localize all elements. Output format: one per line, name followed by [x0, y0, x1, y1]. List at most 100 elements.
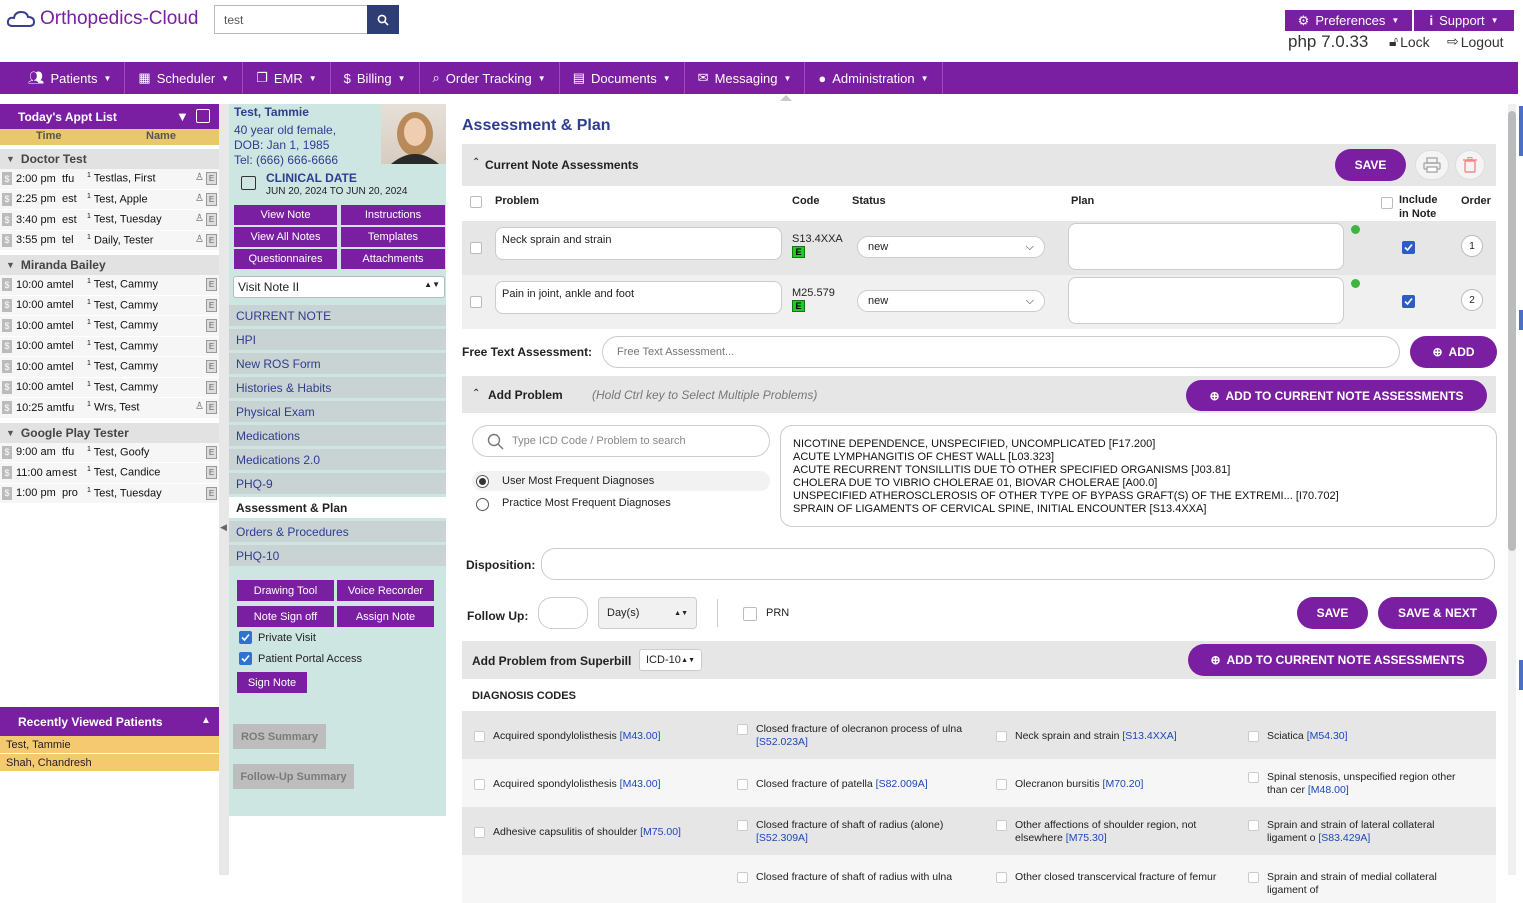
- include-checkbox[interactable]: [1402, 295, 1415, 308]
- save-next-button[interactable]: SAVE & NEXT: [1378, 597, 1497, 629]
- diagnosis-checkbox[interactable]: [996, 872, 1007, 883]
- voice-recorder-button[interactable]: Voice Recorder: [337, 580, 434, 601]
- e-icon[interactable]: E: [206, 339, 217, 353]
- view-all-notes-button[interactable]: View All Notes: [234, 227, 337, 247]
- note-section-medications-2-0[interactable]: Medications 2.0: [229, 449, 446, 470]
- note-section-hpi[interactable]: HPI: [229, 329, 446, 350]
- diagnosis-option[interactable]: Other affections of shoulder region, not…: [996, 819, 1224, 845]
- view-note-button[interactable]: View Note: [234, 205, 337, 225]
- dollar-icon[interactable]: $: [2, 298, 12, 312]
- support-button[interactable]: i Support ▼: [1414, 10, 1514, 31]
- nav-administration[interactable]: ● Administration ▼: [805, 62, 943, 94]
- filter-icon[interactable]: ▼: [176, 109, 189, 124]
- diagnosis-checkbox[interactable]: [474, 731, 485, 742]
- note-sign-off-button[interactable]: Note Sign off: [237, 606, 334, 627]
- icd-search-input[interactable]: Type ICD Code / Problem to search: [472, 425, 770, 457]
- ros-summary-button[interactable]: ROS Summary: [233, 724, 326, 749]
- diagnosis-checkbox[interactable]: [474, 827, 485, 838]
- edge-tab[interactable]: [1519, 660, 1523, 690]
- scrollbar[interactable]: [1508, 104, 1516, 875]
- note-section-phq-10[interactable]: PHQ-10: [229, 545, 446, 566]
- attachments-button[interactable]: Attachments: [341, 249, 445, 269]
- nav-patients[interactable]: 👥︎ Patients ▼: [15, 62, 126, 94]
- e-icon[interactable]: E: [206, 360, 217, 373]
- diagnosis-option[interactable]: Acquired spondylolisthesis [M43.00]: [474, 778, 702, 791]
- person-icon[interactable]: ♙: [195, 193, 204, 206]
- appt-row[interactable]: $2:25 pm est 1 Test, Apple ♙ E: [0, 189, 219, 210]
- appt-row[interactable]: $9:00 am tfu 1 Test, Goofy E: [0, 442, 219, 463]
- note-section-orders-procedures[interactable]: Orders & Procedures: [229, 521, 446, 542]
- collapse-left-icon[interactable]: ◀: [220, 522, 227, 533]
- radio-practice-frequent[interactable]: [476, 498, 489, 511]
- diagnosis-option[interactable]: Spinal stenosis, unspecified region othe…: [1248, 771, 1476, 797]
- e-icon[interactable]: E: [206, 213, 217, 226]
- dollar-icon[interactable]: $: [2, 172, 12, 186]
- questionnaires-button[interactable]: Questionnaires: [234, 249, 337, 269]
- diagnosis-checkbox[interactable]: [996, 731, 1007, 742]
- status-select[interactable]: new ⌵: [857, 236, 1045, 258]
- diagnosis-checkbox[interactable]: [737, 872, 748, 883]
- diagnosis-option[interactable]: Closed fracture of olecranon process of …: [737, 723, 965, 749]
- appt-row[interactable]: $11:00 am est 1 Test, Candice E: [0, 463, 219, 484]
- disposition-input[interactable]: [541, 548, 1495, 580]
- diagnosis-option[interactable]: Acquired spondylolisthesis [M43.00]: [474, 730, 702, 743]
- note-section-histories-habits[interactable]: Histories & Habits: [229, 377, 446, 398]
- diagnosis-option[interactable]: Other closed transcervical fracture of f…: [996, 871, 1224, 884]
- appt-row[interactable]: $3:55 pm tel 1 Daily, Tester ♙ E: [0, 230, 219, 251]
- frequent-diagnosis-option[interactable]: ACUTE LYMPHANGITIS OF CHEST WALL [L03.32…: [793, 451, 1484, 464]
- select-all-checkbox[interactable]: [470, 196, 482, 208]
- nav-order-tracking[interactable]: ⌕ Order Tracking ▼: [420, 62, 560, 94]
- radio-user-frequent[interactable]: [476, 475, 489, 488]
- appt-row[interactable]: $10:25 am tfu 1 Wrs, Test ♙ E: [0, 398, 219, 419]
- diagnosis-option[interactable]: Sciatica [M54.30]: [1248, 730, 1476, 743]
- appt-row[interactable]: $10:00 am tel 1 Test, Cammy E: [0, 377, 219, 398]
- recent-item[interactable]: Shah, Chandresh: [0, 754, 219, 772]
- search-input[interactable]: [214, 5, 368, 34]
- appt-row[interactable]: $10:00 am tel 1 Test, Cammy E: [0, 357, 219, 378]
- portal-access-row[interactable]: Patient Portal Access: [239, 652, 362, 665]
- appt-row[interactable]: $1:00 pm pro 1 Test, Tuesday E: [0, 483, 219, 504]
- problem-input[interactable]: Neck sprain and strain: [495, 227, 782, 260]
- logout-button[interactable]: ⇨ Logout: [1447, 33, 1504, 50]
- appt-row[interactable]: $3:40 pm est 1 Test, Tuesday ♙ E: [0, 210, 219, 231]
- appt-row[interactable]: $10:00 am tel 1 Test, Cammy E: [0, 316, 219, 337]
- superbill-add-button[interactable]: ⊕ ADD TO CURRENT NOTE ASSESSMENTS: [1188, 644, 1487, 676]
- e-icon[interactable]: E: [206, 445, 217, 459]
- panel-divider[interactable]: ◀: [219, 104, 229, 875]
- print-button[interactable]: [1415, 150, 1449, 180]
- e-icon[interactable]: E: [206, 192, 217, 206]
- private-visit-checkbox[interactable]: [239, 631, 252, 644]
- diagnosis-option[interactable]: Adhesive capsulitis of shoulder [M75.00]: [474, 826, 702, 839]
- note-section-new-ros-form[interactable]: New ROS Form: [229, 353, 446, 374]
- person-icon[interactable]: ♙: [195, 234, 204, 247]
- edge-tab[interactable]: [1519, 310, 1523, 330]
- nav-scheduler[interactable]: ▦ Scheduler ▼: [125, 62, 244, 94]
- e-icon[interactable]: E: [206, 466, 217, 479]
- dollar-icon[interactable]: $: [2, 233, 12, 247]
- e-icon[interactable]: E: [206, 278, 217, 291]
- appt-row[interactable]: $10:00 am tel 1 Test, Cammy E: [0, 336, 219, 357]
- e-badge[interactable]: E: [792, 300, 805, 312]
- dollar-icon[interactable]: $: [2, 278, 12, 292]
- provider-group[interactable]: ▼ Doctor Test: [0, 149, 219, 169]
- person-icon[interactable]: ♙: [195, 401, 204, 414]
- followup-unit-select[interactable]: Day(s) ▲▼: [598, 597, 697, 629]
- calendar-icon[interactable]: [196, 109, 210, 123]
- nav-documents[interactable]: ▤ Documents ▼: [560, 62, 685, 94]
- followup-summary-button[interactable]: Follow-Up Summary: [233, 764, 354, 789]
- dollar-icon[interactable]: $: [2, 486, 12, 500]
- diagnosis-checkbox[interactable]: [1248, 772, 1259, 783]
- diagnosis-option[interactable]: Closed fracture of patella [S82.009A]: [737, 778, 965, 791]
- lock-button[interactable]: 🔓︎ Lock: [1389, 33, 1430, 50]
- e-icon[interactable]: E: [206, 233, 217, 247]
- save-button-top[interactable]: SAVE: [1335, 149, 1406, 181]
- diagnosis-checkbox[interactable]: [737, 724, 748, 735]
- followup-number-input[interactable]: [538, 597, 588, 629]
- note-section-assessment-plan[interactable]: Assessment & Plan: [229, 497, 446, 518]
- diagnosis-option[interactable]: Sprain and strain of lateral collateral …: [1248, 819, 1476, 845]
- delete-button[interactable]: [1455, 150, 1485, 180]
- e-icon[interactable]: E: [206, 298, 217, 312]
- instructions-button[interactable]: Instructions: [341, 205, 445, 225]
- nav-billing[interactable]: $ Billing ▼: [331, 62, 420, 94]
- prn-checkbox[interactable]: [743, 607, 757, 621]
